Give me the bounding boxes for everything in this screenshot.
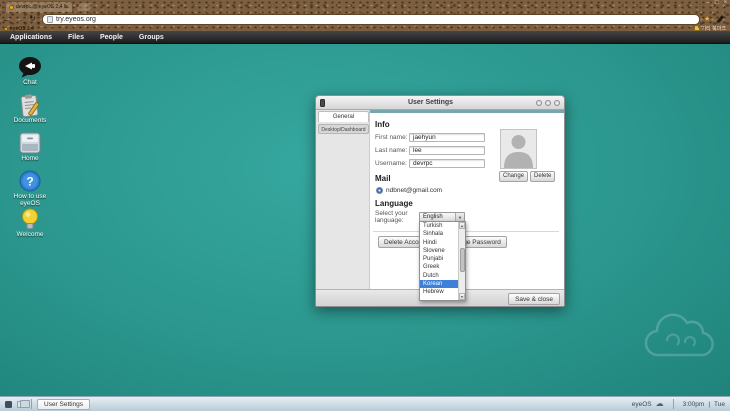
clock-time[interactable]: 3:00pm	[683, 401, 705, 408]
new-tab-button[interactable]	[77, 3, 93, 11]
tab-strip: devrpc @ eyeOS 2.4 la... – □ ×	[0, 0, 730, 12]
username-row: Username: devrpc	[375, 158, 485, 168]
url-bar[interactable]: try.eyeos.org	[42, 14, 700, 25]
taskbar-separator	[673, 399, 674, 409]
settings-content: Info First name: jaehyun Last name: lee …	[370, 110, 564, 289]
bookmark-star-icon[interactable]: ★	[704, 15, 710, 23]
window-maximize-button[interactable]	[545, 100, 551, 106]
info-heading: Info	[375, 120, 390, 129]
desktop-icon-label: Documents	[4, 117, 56, 124]
language-heading: Language	[375, 199, 413, 208]
window-title: User Settings	[325, 99, 536, 106]
mail-heading: Mail	[375, 174, 391, 183]
browser-toolbar: ← → ↻ try.eyeos.org ★	[0, 12, 730, 26]
wrench-menu-icon[interactable]	[716, 15, 724, 23]
menu-people[interactable]: People	[92, 34, 131, 41]
window-controls: – □ ×	[707, 0, 727, 7]
scrollbar-thumb[interactable]	[460, 248, 465, 272]
username-input[interactable]: devrpc	[409, 159, 485, 168]
desktop-icon-welcome[interactable]: Welcome	[4, 208, 56, 238]
first-name-label: First name:	[375, 134, 409, 141]
settings-tabs: General Desktop/Dashboard	[316, 110, 370, 289]
mail-row: ndbnet@gmail.com	[376, 187, 442, 194]
desktop: Chat Documents	[0, 44, 730, 396]
desktop-icon-label: How to use eyeOS	[4, 193, 56, 207]
save-close-button[interactable]: Save & close	[508, 293, 560, 305]
page-icon	[47, 16, 53, 23]
close-icon[interactable]: ×	[723, 0, 727, 7]
desktop-icon-label: Home	[4, 155, 56, 162]
window-list-icon[interactable]	[17, 401, 26, 408]
desktop-icon-chat[interactable]: Chat	[4, 56, 56, 86]
folder-icon	[694, 27, 700, 31]
username-label: Username:	[375, 160, 409, 167]
documents-icon	[18, 94, 42, 116]
svg-text:?: ?	[26, 175, 33, 189]
last-name-input[interactable]: lee	[409, 146, 485, 155]
window-minimize-button[interactable]	[536, 100, 542, 106]
user-settings-window: User Settings General Desktop/Dashboard …	[315, 95, 565, 307]
minimize-icon[interactable]: –	[707, 0, 710, 7]
eyeos-cloud-watermark-icon	[637, 309, 722, 364]
first-name-input[interactable]: jaehyun	[409, 133, 485, 142]
home-drawer-icon	[18, 132, 42, 154]
taskbar-task-user-settings[interactable]: User Settings	[37, 399, 90, 410]
mail-radio-button[interactable]	[376, 187, 383, 194]
avatar-change-button[interactable]: Change	[499, 171, 528, 182]
tab-general[interactable]: General	[318, 111, 369, 122]
desktop-icon-home[interactable]: Home	[4, 132, 56, 162]
show-desktop-icon[interactable]	[5, 401, 12, 408]
desktop-icon-how-to-use-eyeos[interactable]: ? How to use eyeOS	[4, 170, 56, 207]
menu-applications[interactable]: Applications	[2, 34, 60, 41]
taskbar-right: eyeOS ☁ 3:00pm | Tue	[632, 399, 725, 409]
desktop-icon-label: Chat	[4, 79, 56, 86]
avatar	[500, 129, 537, 169]
browser-tab[interactable]: devrpc @ eyeOS 2.4 la...	[5, 1, 73, 12]
window-titlebar[interactable]: User Settings	[316, 96, 564, 110]
help-question-icon: ?	[18, 170, 42, 192]
mail-address: ndbnet@gmail.com	[386, 187, 442, 194]
menu-groups[interactable]: Groups	[131, 34, 172, 41]
avatar-buttons: Change Delete	[499, 171, 555, 182]
eyeos-brand-label: eyeOS	[632, 401, 652, 408]
maximize-icon[interactable]: □	[715, 0, 719, 7]
url-text: try.eyeos.org	[56, 16, 96, 23]
taskbar: User Settings eyeOS ☁ 3:00pm | Tue	[0, 396, 730, 411]
eyeos-favicon-icon	[9, 5, 14, 10]
window-buttons	[536, 100, 560, 106]
taskbar-separator	[31, 399, 32, 409]
language-selected-value: English	[420, 214, 455, 220]
first-name-row: First name: jaehyun	[375, 132, 485, 142]
avatar-delete-button[interactable]: Delete	[530, 171, 555, 182]
divider	[373, 231, 559, 232]
eyeos-cloud-icon: ☁	[656, 399, 664, 409]
forward-icon[interactable]: →	[13, 13, 26, 25]
clock-separator: |	[708, 401, 710, 408]
window-close-button[interactable]	[554, 100, 560, 106]
desktop-icon-label: Welcome	[4, 231, 56, 238]
eyeos-menubar: Applications Files People Groups	[0, 31, 730, 44]
scroll-up-icon[interactable]: ▲	[459, 222, 465, 229]
refresh-icon[interactable]: ↻	[26, 13, 39, 25]
select-arrow-icon: ▼	[455, 213, 464, 221]
window-body: General Desktop/Dashboard Info First nam…	[316, 110, 564, 289]
desktop-icon-documents[interactable]: Documents	[4, 94, 56, 124]
dropdown-scrollbar[interactable]: ▲ ▼	[458, 222, 465, 300]
bookmark-favicon-icon	[4, 27, 8, 31]
last-name-row: Last name: lee	[375, 145, 485, 155]
browser-chrome: devrpc @ eyeOS 2.4 la... – □ × ← → ↻ try…	[0, 0, 730, 31]
language-dropdown-list: Turkish Sinhala Hindi Slovene Punjabi Gr…	[419, 221, 466, 301]
menu-files[interactable]: Files	[60, 34, 92, 41]
tab-desktop-dashboard[interactable]: Desktop/Dashboard	[318, 124, 369, 134]
back-icon[interactable]: ←	[0, 13, 13, 25]
screen: devrpc @ eyeOS 2.4 la... – □ × ← → ↻ try…	[0, 0, 730, 411]
last-name-label: Last name:	[375, 147, 409, 154]
tab-title: devrpc @ eyeOS 2.4 la...	[16, 4, 69, 10]
scroll-down-icon[interactable]: ▼	[459, 293, 465, 300]
chat-icon	[18, 56, 42, 78]
language-label: Select your language:	[375, 210, 419, 224]
clock-day[interactable]: Tue	[714, 401, 725, 408]
lightbulb-icon	[18, 208, 42, 230]
